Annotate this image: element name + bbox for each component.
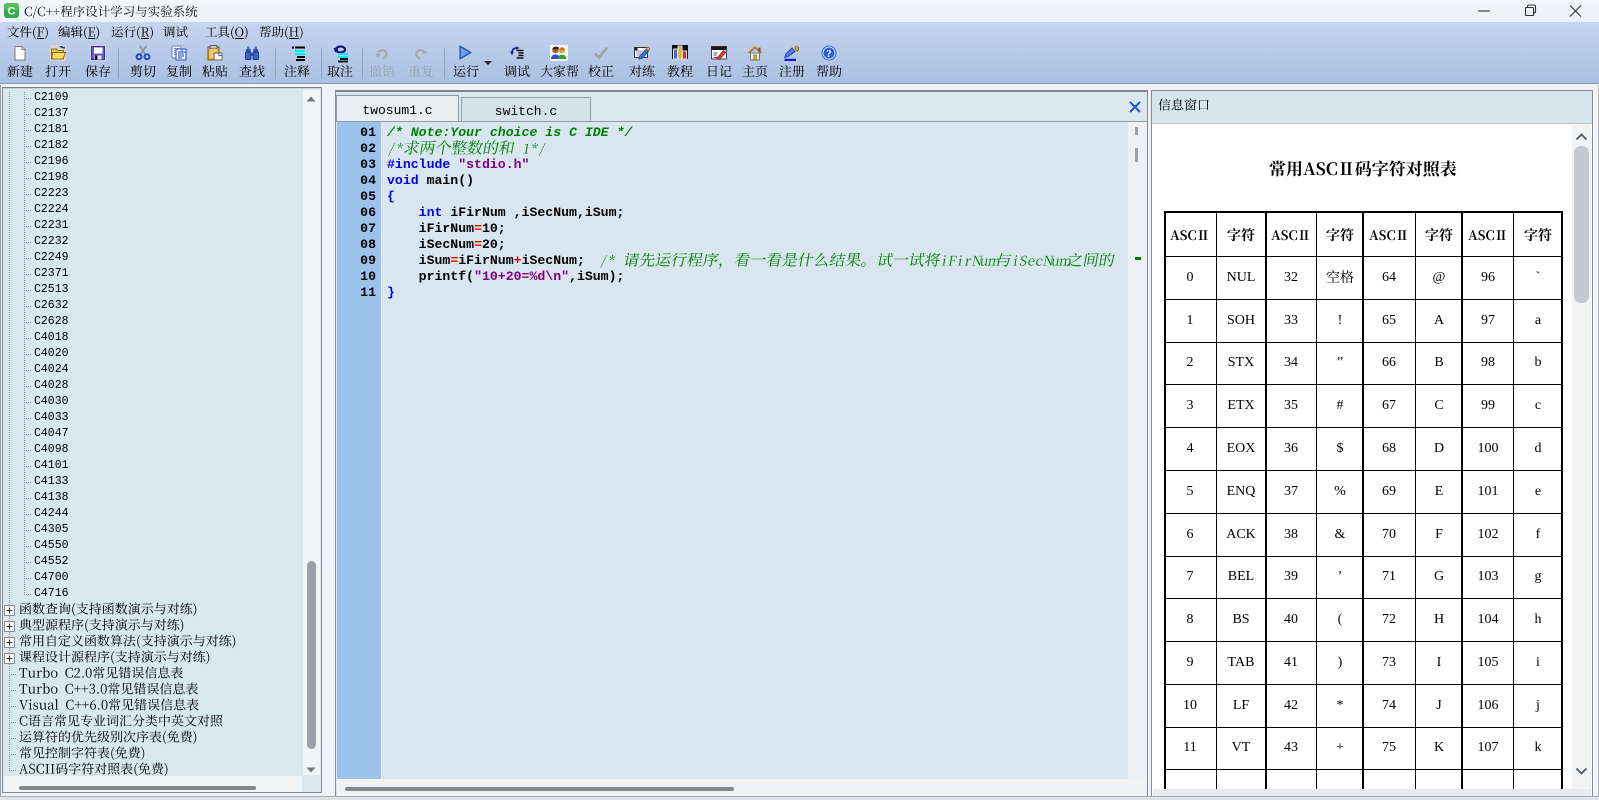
svg-text:?: ? [826, 49, 831, 60]
svg-text:C: C [8, 6, 16, 18]
